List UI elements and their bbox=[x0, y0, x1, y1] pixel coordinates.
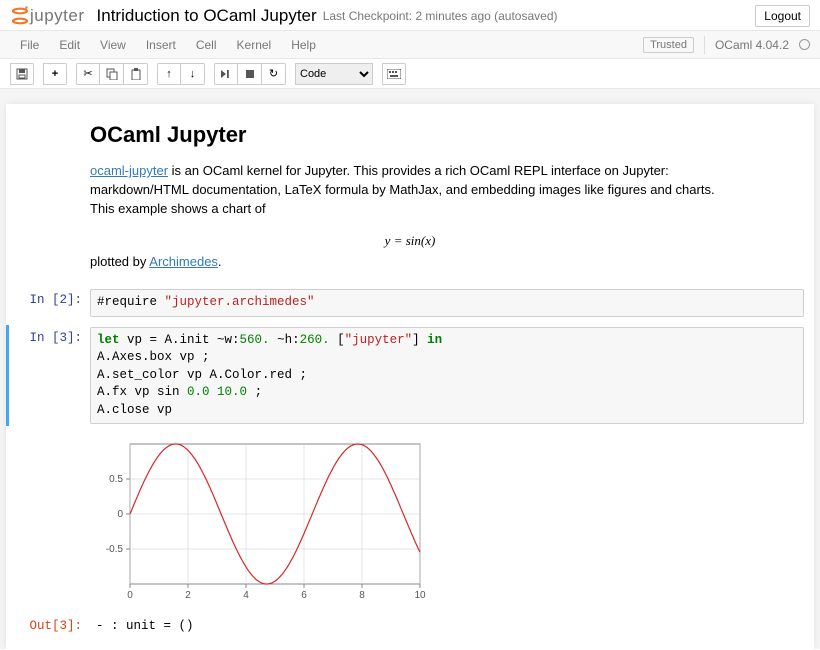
move-down-button[interactable]: ↓ bbox=[181, 63, 205, 85]
notebook-title[interactable]: Intriduction to OCaml Jupyter bbox=[97, 6, 317, 26]
in-prompt: In [3]: bbox=[6, 327, 90, 425]
svg-text:6: 6 bbox=[301, 590, 307, 601]
menu-bar: File Edit View Insert Cell Kernel Help T… bbox=[0, 31, 820, 59]
out-prompt: Out[3]: bbox=[6, 615, 90, 637]
menu-file[interactable]: File bbox=[10, 33, 49, 57]
restart-button[interactable]: ↻ bbox=[262, 63, 286, 85]
notebook: OCaml Jupyter ocaml-jupyter is an OCaml … bbox=[6, 104, 814, 649]
paste-button[interactable] bbox=[124, 63, 148, 85]
jupyter-logo[interactable]: jupyter bbox=[10, 5, 85, 27]
save-button[interactable] bbox=[10, 63, 34, 85]
copy-button[interactable] bbox=[100, 63, 124, 85]
svg-text:8: 8 bbox=[359, 590, 365, 601]
scissors-icon: ✂ bbox=[83, 67, 92, 80]
markdown-paragraph-1: ocaml-jupyter is an OCaml kernel for Jup… bbox=[90, 162, 730, 219]
code-cell-2[interactable]: In [2]: #require "jupyter.archimedes" bbox=[6, 287, 814, 319]
logout-button[interactable]: Logout bbox=[755, 5, 810, 27]
svg-text:10: 10 bbox=[414, 590, 426, 601]
menu-view[interactable]: View bbox=[90, 33, 136, 57]
keyboard-icon bbox=[387, 69, 401, 79]
math-formula: y = sin(x) bbox=[90, 225, 730, 253]
menu-cell[interactable]: Cell bbox=[186, 33, 227, 57]
logo-text: jupyter bbox=[30, 6, 85, 26]
stop-button[interactable] bbox=[238, 63, 262, 85]
checkpoint-text: Last Checkpoint: 2 minutes ago (autosave… bbox=[323, 9, 558, 23]
jupyter-icon bbox=[10, 5, 30, 27]
markdown-paragraph-2: plotted by Archimedes. bbox=[90, 253, 730, 272]
menu-insert[interactable]: Insert bbox=[136, 33, 186, 57]
kernel-name[interactable]: OCaml 4.04.2 bbox=[715, 38, 789, 52]
add-cell-button[interactable]: + bbox=[43, 63, 67, 85]
sin-chart: 0 2 4 6 8 10 -0.5 0 0.5 bbox=[90, 434, 430, 604]
command-palette-button[interactable] bbox=[382, 63, 406, 85]
move-up-button[interactable]: ↑ bbox=[157, 63, 181, 85]
svg-text:0: 0 bbox=[127, 590, 133, 601]
output-text: - : unit = () bbox=[90, 615, 804, 637]
cut-button[interactable]: ✂ bbox=[76, 63, 100, 85]
svg-text:-0.5: -0.5 bbox=[106, 544, 124, 555]
code-input[interactable]: let vp = A.init ~w:560. ~h:260. ["jupyte… bbox=[90, 327, 804, 425]
run-icon bbox=[220, 69, 232, 79]
ocaml-jupyter-link[interactable]: ocaml-jupyter bbox=[90, 163, 168, 178]
stop-icon bbox=[245, 69, 255, 79]
svg-text:2: 2 bbox=[185, 590, 191, 601]
menu-edit[interactable]: Edit bbox=[49, 33, 90, 57]
cell-type-select[interactable]: Code bbox=[295, 63, 373, 85]
code-cell-3[interactable]: In [3]: let vp = A.init ~w:560. ~h:260. … bbox=[6, 325, 814, 427]
svg-text:4: 4 bbox=[243, 590, 249, 601]
markdown-cell[interactable]: OCaml Jupyter ocaml-jupyter is an OCaml … bbox=[6, 122, 814, 287]
kernel-status-icon bbox=[799, 39, 810, 50]
restart-icon: ↻ bbox=[269, 67, 278, 80]
plus-icon: + bbox=[52, 68, 58, 80]
header-bar: jupyter Intriduction to OCaml Jupyter La… bbox=[0, 0, 820, 31]
code-input[interactable]: #require "jupyter.archimedes" bbox=[90, 289, 804, 317]
trusted-badge[interactable]: Trusted bbox=[643, 37, 694, 53]
chart-output: 0 2 4 6 8 10 -0.5 0 0.5 bbox=[6, 426, 814, 613]
floppy-icon bbox=[16, 68, 28, 80]
svg-text:0.5: 0.5 bbox=[109, 474, 123, 485]
arrow-up-icon: ↑ bbox=[166, 68, 172, 80]
copy-icon bbox=[106, 68, 118, 80]
in-prompt: In [2]: bbox=[6, 289, 90, 317]
notebook-container: OCaml Jupyter ocaml-jupyter is an OCaml … bbox=[0, 89, 820, 649]
menu-kernel[interactable]: Kernel bbox=[227, 33, 282, 57]
toolbar: + ✂ ↑ ↓ ↻ Code bbox=[0, 59, 820, 89]
heading-h1: OCaml Jupyter bbox=[90, 122, 730, 148]
archimedes-link[interactable]: Archimedes bbox=[149, 254, 218, 269]
output-cell-3: Out[3]: - : unit = () bbox=[6, 613, 814, 639]
menu-help[interactable]: Help bbox=[281, 33, 326, 57]
arrow-down-icon: ↓ bbox=[190, 68, 196, 80]
clipboard-icon bbox=[130, 68, 142, 80]
run-button[interactable] bbox=[214, 63, 238, 85]
svg-text:0: 0 bbox=[117, 509, 123, 520]
